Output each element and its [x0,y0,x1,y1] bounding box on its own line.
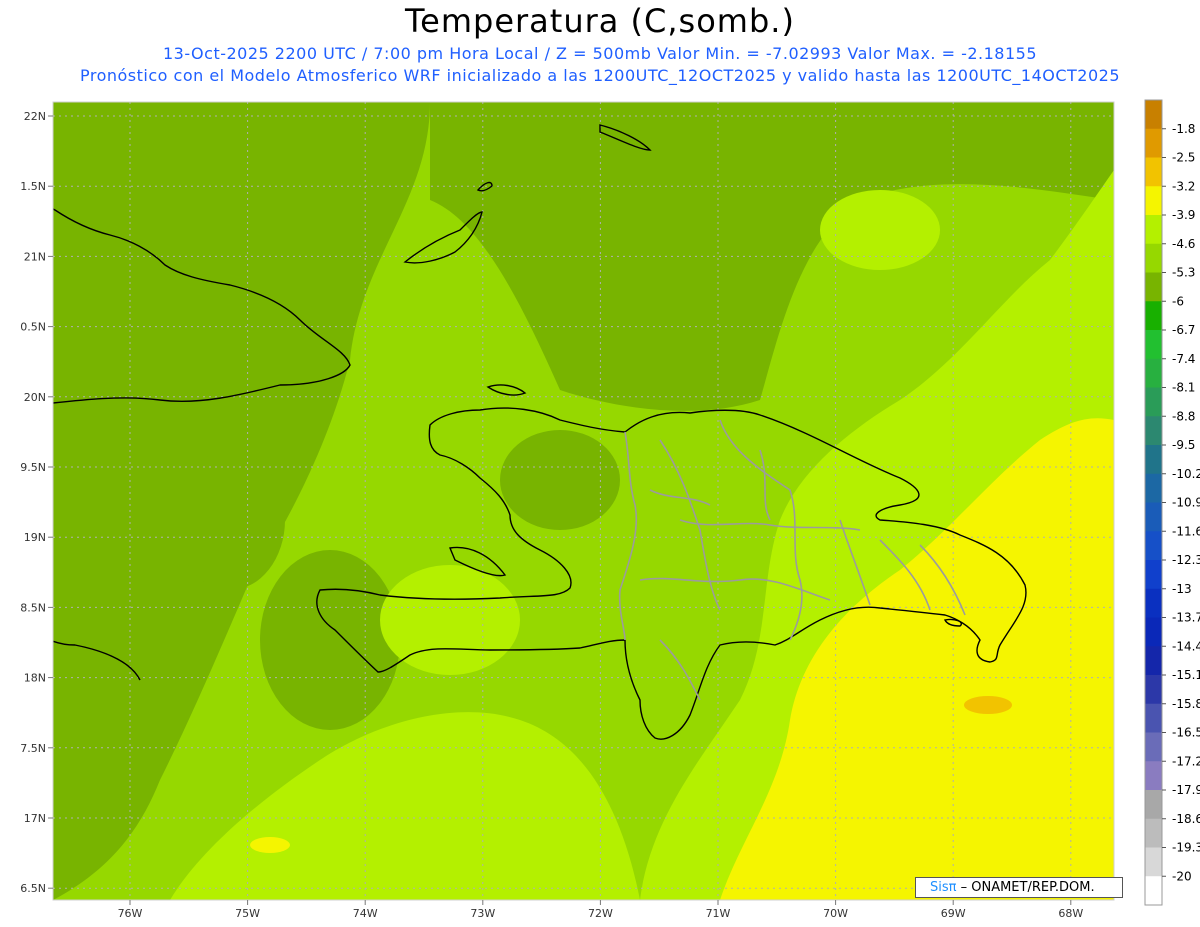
lat-label: 8.5N [20,601,46,614]
colorbar-label: -11.6 [1172,524,1200,538]
colorbar-label: -15.8 [1172,697,1200,711]
field-light-spot [380,565,520,675]
colorbar-swatch [1145,128,1162,158]
colorbar-label: -20 [1172,869,1192,883]
colorbar-swatch [1145,502,1162,532]
colorbar-swatch [1145,818,1162,848]
colorbar-swatch [1145,358,1162,388]
field-yellow-spot [250,837,290,853]
colorbar-label: -6.7 [1172,323,1195,337]
colorbar-label: -4.6 [1172,237,1195,251]
lat-label: 9.5N [20,461,46,474]
colorbar-swatch [1145,588,1162,618]
colorbar-swatch [1145,445,1162,475]
sispi-logo: Sisπ [930,880,957,895]
colorbar-swatch [1145,847,1162,877]
lat-label: 18N [24,672,46,685]
colorbar-label: -2.5 [1172,151,1195,165]
colorbar-label: -17.2 [1172,754,1200,768]
colorbar-label: -8.1 [1172,381,1195,395]
colorbar-swatch [1145,272,1162,302]
colorbar-swatch [1145,703,1162,733]
lat-label: 22N [24,110,46,123]
credit-text: – ONAMET/REP.DOM. [956,880,1095,895]
lat-label: 21N [24,250,46,263]
lon-label: 71W [706,907,731,920]
lat-label: 6.5N [20,882,46,895]
colorbar-swatch [1145,732,1162,762]
temperature-field [53,102,1114,900]
color-scale-legend: -1.8 -2.5 -3.2 -3.9 -4.6 -5.3 -6 -6.7 -7.4 -8.1 -8… [1144,99,1200,906]
colorbar-label: -5.3 [1172,266,1195,280]
colorbar-label: -6 [1172,294,1184,308]
colorbar-label: -17.9 [1172,783,1200,797]
lat-label: 0.5N [20,321,46,334]
colorbar-label: -19.3 [1172,841,1200,855]
colorbar-swatch [1145,646,1162,676]
colorbar-label: -13.7 [1172,611,1200,625]
colorbar-label: -12.3 [1172,553,1200,567]
temperature-map: 22N 1.5N 21N 0.5N 20N 9.5N 19N 8.5N 18N 7.5N 17N 6.… [20,99,1200,920]
lon-label: 74W [353,907,378,920]
colorbar-swatch [1145,675,1162,705]
colorbar-swatch [1145,100,1162,130]
lat-label: 17N [24,812,46,825]
lon-label: 68W [1058,907,1083,920]
colorbar-swatch [1145,215,1162,245]
colorbar-swatch [1145,186,1162,216]
lat-label: 7.5N [20,742,46,755]
field-orange-spot [964,696,1012,714]
colorbar-swatch [1145,560,1162,590]
colorbar-label: -3.2 [1172,179,1195,193]
field-light-spot [820,190,940,270]
credit-box: Sisπ – ONAMET/REP.DOM. [915,877,1123,898]
lat-label: 20N [24,391,46,404]
colorbar-label: -15.1 [1172,668,1200,682]
lon-label: 76W [118,907,143,920]
lon-label: 73W [470,907,495,920]
lon-label: 69W [941,907,966,920]
colorbar-label: -8.8 [1172,409,1195,423]
lon-label: 72W [588,907,613,920]
colorbar-label: -10.9 [1172,496,1200,510]
lat-label: 19N [24,531,46,544]
colorbar-swatch [1145,387,1162,417]
field-dark-spot [500,430,620,530]
colorbar-swatch [1145,473,1162,503]
colorbar-swatch [1145,761,1162,791]
colorbar-label: -18.6 [1172,812,1200,826]
colorbar-swatch [1145,531,1162,561]
colorbar-label: -7.4 [1172,352,1195,366]
colorbar-swatch [1145,330,1162,360]
colorbar-swatch [1145,790,1162,820]
field-dark-spot [175,450,285,590]
lon-label: 70W [823,907,848,920]
colorbar-label: -1.8 [1172,122,1195,136]
colorbar-label: -10.2 [1172,467,1200,481]
field-yellow-spot [855,828,905,852]
longitude-tick-labels: 76W 75W 74W 73W 72W 71W 70W 69W 68W [118,900,1083,920]
colorbar-swatch [1145,617,1162,647]
colorbar-label: -16.5 [1172,726,1200,740]
colorbar-swatch [1145,243,1162,273]
colorbar-label: -13 [1172,582,1192,596]
lon-label: 75W [235,907,260,920]
colorbar-swatch [1145,876,1162,906]
colorbar-label: -14.4 [1172,639,1200,653]
colorbar-label: -9.5 [1172,438,1195,452]
colorbar-swatch [1145,157,1162,187]
lat-label: 1.5N [20,180,46,193]
colorbar-label: -3.9 [1172,208,1195,222]
latitude-tick-labels: 22N 1.5N 21N 0.5N 20N 9.5N 19N 8.5N 18N 7.5N 17N 6.… [20,110,53,895]
field-dark-spot [260,550,400,730]
colorbar-swatch [1145,301,1162,331]
colorbar-swatch [1145,416,1162,446]
